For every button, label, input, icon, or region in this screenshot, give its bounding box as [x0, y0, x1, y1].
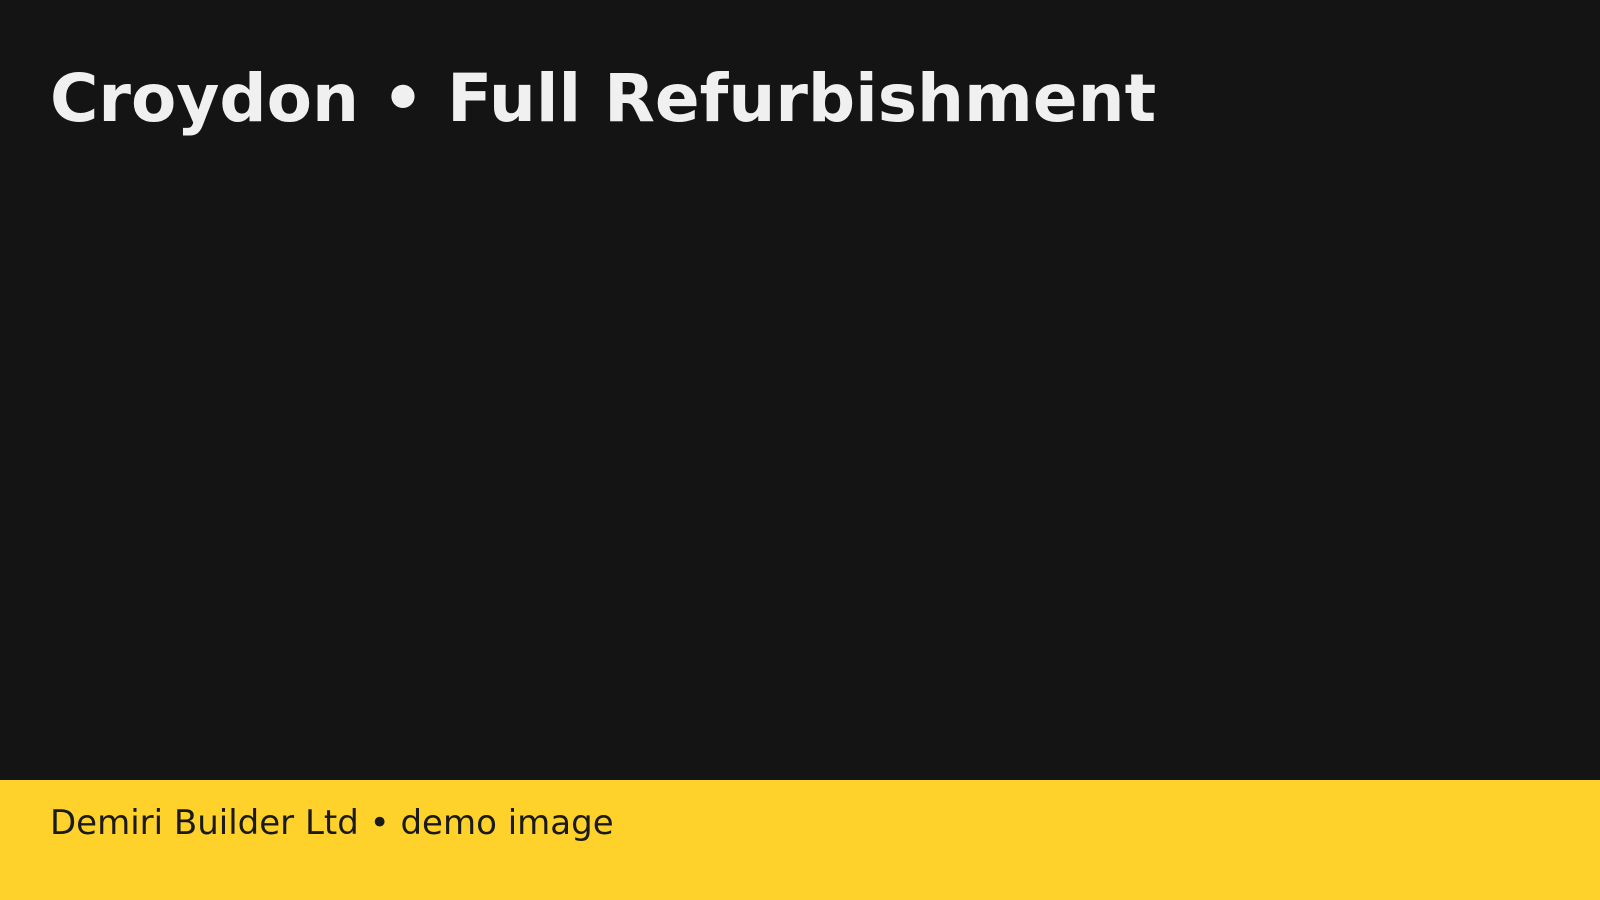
- page-title: Croydon • Full Refurbishment: [50, 60, 1157, 137]
- footer-caption: Demiri Builder Ltd • demo image: [50, 803, 614, 843]
- footer-bar: Demiri Builder Ltd • demo image: [0, 780, 1600, 900]
- image-canvas: Croydon • Full Refurbishment Demiri Buil…: [0, 0, 1600, 900]
